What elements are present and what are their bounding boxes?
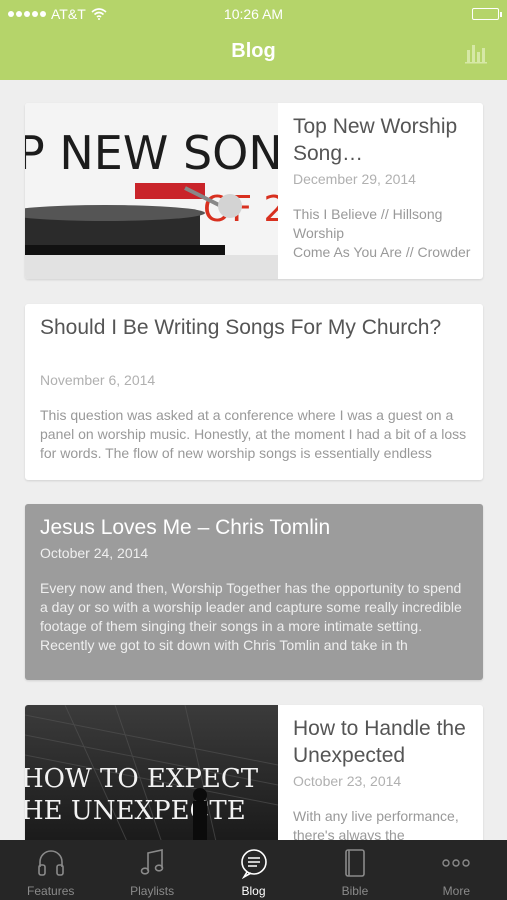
status-time: 10:26 AM <box>223 6 284 22</box>
status-bar: AT&T 10:26 AM <box>0 0 507 28</box>
blog-post-card[interactable]: Jesus Loves Me – Chris Tomlin October 24… <box>25 504 483 680</box>
tab-label: More <box>442 884 470 898</box>
blog-post-card[interactable]: P NEW SONGS OF 2 Top New Worship Song… D… <box>25 103 483 279</box>
blog-post-card[interactable]: Should I Be Writing Songs For My Church?… <box>25 304 483 480</box>
post-excerpt: This question was asked at a conference … <box>40 407 467 461</box>
post-summary: Should I Be Writing Songs For My Church?… <box>40 314 468 463</box>
post-excerpt: Every now and then, Worship Together has… <box>40 580 462 653</box>
post-title: Top New Worship Song… <box>293 115 458 165</box>
tab-playlists[interactable]: Playlists <box>101 840 202 900</box>
post-summary: Top New Worship Song… December 29, 2014 … <box>293 113 473 262</box>
tab-label: Playlists <box>130 884 175 898</box>
tab-label: Blog <box>241 884 266 898</box>
post-thumbnail: P NEW SONGS OF 2 <box>25 103 278 279</box>
post-date: December 29, 2014 <box>293 171 416 187</box>
headphones-icon <box>37 850 64 876</box>
book-icon <box>345 849 365 877</box>
post-summary: How to Handle the Unexpected October 23,… <box>293 715 473 845</box>
tab-bible[interactable]: Bible <box>304 840 405 900</box>
page-title: Blog <box>231 40 276 62</box>
thumbnail-subheadline: HE UNEXPECTE <box>25 796 246 826</box>
post-title: How to Handle the Unexpected <box>293 717 466 767</box>
post-title: Jesus Loves Me – Chris Tomlin <box>40 516 331 539</box>
music-note-icon <box>140 849 164 875</box>
tab-features[interactable]: Features <box>0 840 101 900</box>
thumbnail-headline: P NEW SONGS <box>25 126 278 180</box>
battery-icon <box>472 8 502 20</box>
tab-bar: Features Playlists Blog Bible More <box>0 840 507 900</box>
post-summary: Jesus Loves Me – Chris Tomlin October 24… <box>40 514 468 655</box>
tab-label: Bible <box>341 884 369 898</box>
more-dots-icon <box>442 859 471 867</box>
thumbnail-headline: HOW TO EXPECT <box>25 764 259 794</box>
tab-blog[interactable]: Blog <box>203 840 304 900</box>
app-header: AT&T 10:26 AM Blog <box>0 0 507 80</box>
post-title: Should I Be Writing Songs For My Church? <box>40 316 442 339</box>
post-date: November 6, 2014 <box>40 372 156 388</box>
tab-label: Features <box>27 884 75 898</box>
tab-more[interactable]: More <box>406 840 507 900</box>
post-date: October 23, 2014 <box>293 773 402 789</box>
chat-bubble-icon <box>240 849 267 879</box>
post-excerpt-line1: This I Believe // Hillsong Worship <box>293 206 443 241</box>
stats-icon[interactable] <box>465 42 487 64</box>
post-excerpt-line2: Come As You Are // Crowder <box>293 244 471 260</box>
post-date: October 24, 2014 <box>40 545 149 561</box>
